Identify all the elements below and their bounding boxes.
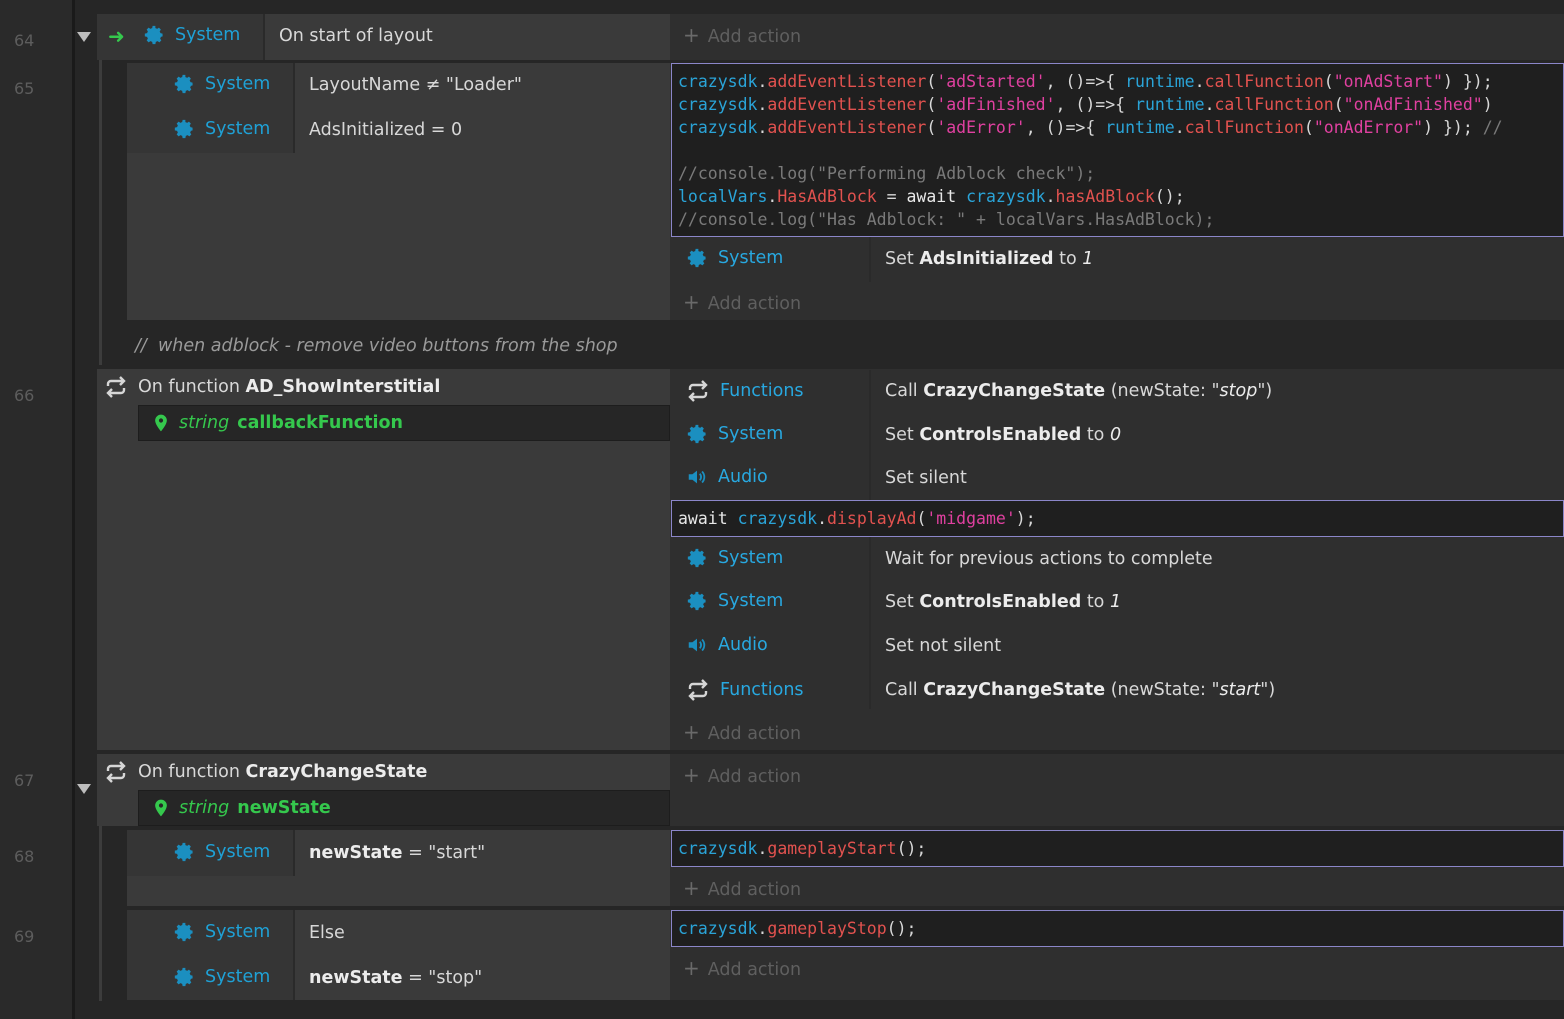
action-object[interactable]: Functions — [686, 678, 804, 702]
gear-icon — [143, 24, 165, 46]
condition-object[interactable]: System — [173, 118, 270, 140]
divider — [263, 14, 265, 60]
script-line: localVars.HasAdBlock = await crazysdk.ha… — [678, 187, 1185, 206]
add-action-button[interactable]: + Add action — [683, 23, 801, 47]
line-number: 66 — [14, 386, 35, 405]
plus-icon: + — [683, 720, 700, 744]
action-object[interactable]: System — [686, 423, 783, 445]
gear-icon — [173, 921, 195, 943]
gear-icon — [173, 73, 195, 95]
add-action-button[interactable]: + Add action — [683, 763, 801, 787]
divider — [293, 63, 295, 153]
add-action-button[interactable]: + Add action — [683, 876, 801, 900]
action-object[interactable]: System — [686, 247, 783, 269]
pin-icon — [151, 412, 171, 434]
script-line: crazysdk.gameplayStop(); — [678, 919, 917, 938]
script-line: await crazysdk.displayAd('midgame'); — [678, 509, 1036, 528]
condition-object[interactable]: System — [173, 73, 270, 95]
gear-icon — [686, 247, 708, 269]
function-header[interactable]: On function AD_ShowInterstitial — [104, 375, 440, 399]
line-number: 68 — [14, 847, 35, 866]
action-object[interactable]: Audio — [686, 634, 768, 656]
action-object[interactable]: Audio — [686, 466, 768, 488]
condition-text[interactable]: newState = "stop" — [309, 968, 482, 988]
condition-text[interactable]: On start of layout — [279, 26, 433, 46]
speaker-icon — [686, 634, 708, 656]
action-text[interactable]: Set silent — [885, 468, 967, 488]
collapse-arrow-icon[interactable] — [77, 784, 91, 794]
function-icon — [686, 379, 710, 403]
script-line: crazysdk.addEventListener('adStarted', (… — [678, 72, 1493, 91]
condition-object[interactable]: System — [143, 24, 240, 46]
tree-rail — [99, 825, 102, 1001]
line-number: 67 — [14, 771, 35, 790]
condition-object[interactable]: System — [173, 841, 270, 863]
script-line: //console.log("Performing Adblock check"… — [678, 164, 1096, 183]
function-parameter[interactable]: string callbackFunction — [138, 405, 670, 441]
function-icon — [104, 375, 128, 399]
action-object[interactable]: System — [686, 547, 783, 569]
plus-icon: + — [683, 956, 700, 980]
plus-icon: + — [683, 876, 700, 900]
action-object[interactable]: Functions — [686, 379, 804, 403]
action-text[interactable]: Set ControlsEnabled to 1 — [885, 592, 1121, 612]
condition-object[interactable]: System — [173, 966, 270, 988]
gear-icon — [686, 547, 708, 569]
action-text[interactable]: Wait for previous actions to complete — [885, 549, 1213, 569]
divider — [293, 910, 295, 1000]
add-action-button[interactable]: + Add action — [683, 720, 801, 744]
gear-icon — [686, 590, 708, 612]
action-text[interactable]: Set ControlsEnabled to 0 — [885, 425, 1121, 445]
action-object[interactable]: System — [686, 590, 783, 612]
plus-icon: + — [683, 290, 700, 314]
script-block[interactable]: crazysdk.addEventListener('adStarted', (… — [671, 63, 1564, 237]
script-line: //console.log("Has Adblock: " + localVar… — [678, 210, 1215, 229]
pin-icon — [151, 797, 171, 819]
action-text[interactable]: Set AdsInitialized to 1 — [885, 249, 1093, 269]
trigger-arrow-icon: ➜ — [108, 24, 125, 48]
divider — [869, 537, 871, 709]
action-text[interactable]: Call CrazyChangeState (newState: "start"… — [885, 680, 1275, 700]
add-action-button[interactable]: + Add action — [683, 290, 801, 314]
action-text[interactable]: Call CrazyChangeState (newState: "stop") — [885, 381, 1272, 401]
line-number: 69 — [14, 927, 35, 946]
action-text[interactable]: Set not silent — [885, 636, 1001, 656]
condition-text[interactable]: LayoutName ≠ "Loader" — [309, 75, 522, 95]
divider — [869, 370, 871, 500]
function-header[interactable]: On function CrazyChangeState — [104, 760, 427, 784]
condition-text[interactable]: AdsInitialized = 0 — [309, 120, 462, 140]
line-number: 65 — [14, 79, 35, 98]
script-line: crazysdk.addEventListener('adError', ()=… — [678, 118, 1503, 137]
tree-rail — [99, 60, 102, 365]
line-number: 64 — [14, 31, 35, 50]
function-icon — [686, 678, 710, 702]
script-block[interactable]: await crazysdk.displayAd('midgame'); — [671, 500, 1564, 537]
add-action-button[interactable]: + Add action — [683, 956, 801, 980]
condition-text[interactable]: Else — [309, 923, 345, 943]
gear-icon — [173, 841, 195, 863]
event-64-actions — [670, 14, 1564, 60]
divider — [293, 830, 295, 876]
function-icon — [104, 760, 128, 784]
event-comment[interactable]: // when adblock - remove video buttons f… — [135, 336, 618, 356]
divider — [869, 237, 871, 282]
gear-icon — [173, 966, 195, 988]
condition-object[interactable]: System — [173, 921, 270, 943]
script-line: crazysdk.addEventListener('adFinished', … — [678, 95, 1493, 114]
script-block[interactable]: crazysdk.gameplayStop(); — [671, 910, 1564, 947]
speaker-icon — [686, 466, 708, 488]
script-block[interactable]: crazysdk.gameplayStart(); — [671, 830, 1564, 867]
collapse-arrow-icon[interactable] — [77, 32, 91, 42]
plus-icon: + — [683, 23, 700, 47]
condition-text[interactable]: newState = "start" — [309, 843, 485, 863]
gear-icon — [173, 118, 195, 140]
plus-icon: + — [683, 763, 700, 787]
function-parameter[interactable]: string newState — [138, 790, 670, 826]
script-line: crazysdk.gameplayStart(); — [678, 839, 927, 858]
gear-icon — [686, 423, 708, 445]
event-67-actions — [670, 754, 1564, 826]
line-gutter — [0, 0, 75, 1019]
